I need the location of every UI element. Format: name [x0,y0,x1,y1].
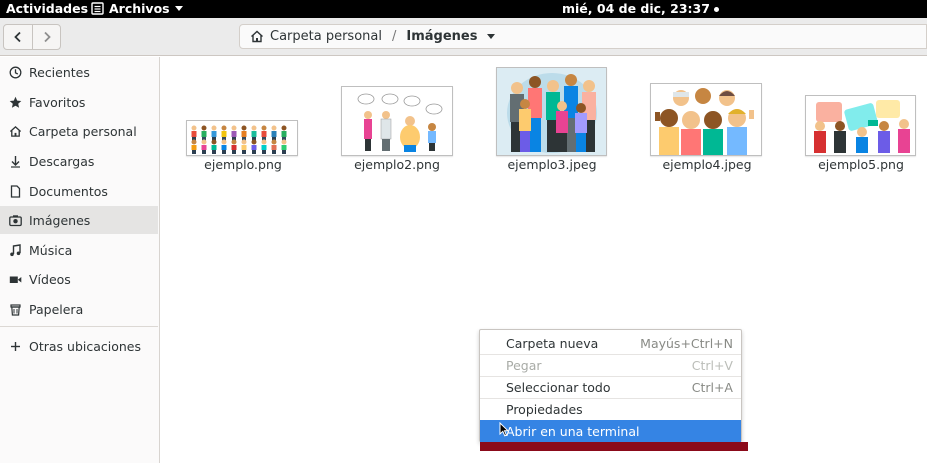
clock-icon [8,65,22,79]
home-icon [8,124,22,138]
music-icon [8,243,22,257]
sidebar-item-descargas[interactable]: Descargas [0,147,158,175]
top-bar: Actividades Archivos mié, 04 de dic, 23:… [0,0,927,18]
header-bar: Carpeta personal / Imágenes [0,18,927,56]
app-menu-label: Archivos [109,1,170,16]
file-thumbnail [496,67,607,156]
path-home-label: Carpeta personal [270,29,382,44]
back-button[interactable] [4,25,32,49]
sidebar-item-label: Otras ubicaciones [29,338,142,354]
file-thumbnail [186,120,298,156]
menu-item-label: Pegar [506,357,542,373]
menu-item-pegar[interactable]: Pegar Ctrl+V [480,354,741,376]
clock[interactable]: mié, 04 de dic, 23:37 [562,1,719,16]
file-thumbnail [341,86,453,156]
context-menu: Carpeta nueva Mayús+Ctrl+N Pegar Ctrl+V … [479,329,742,442]
file-name: ejemplo.png [204,157,282,172]
sidebar-item-label: Favoritos [29,94,86,110]
home-icon [251,30,263,43]
camera-icon [8,213,22,227]
sidebar-item-label: Vídeos [29,271,71,287]
chevron-down-icon [487,34,496,39]
menu-item-seleccionar-todo[interactable]: Seleccionar todo Ctrl+A [480,376,741,398]
chevron-down-icon [174,6,183,11]
forward-button[interactable] [32,25,60,49]
menu-item-carpeta-nueva[interactable]: Carpeta nueva Mayús+Ctrl+N [480,332,741,354]
activities-button[interactable]: Actividades [6,1,88,16]
sidebar-item-label: Música [29,242,73,258]
file-name: ejemplo2.png [354,157,440,172]
path-home-button[interactable]: Carpeta personal [250,29,382,44]
menu-item-label: Seleccionar todo [506,379,611,395]
file-thumbnail [650,83,762,156]
file-name: ejemplo5.png [818,157,904,172]
sidebar-item-otras-ubicaciones[interactable]: Otras ubicaciones [0,332,158,360]
sidebar-item-label: Recientes [29,64,90,80]
sidebar-item-papelera[interactable]: Papelera [0,295,158,323]
sidebar-item-recientes[interactable]: Recientes [0,58,158,86]
menu-item-accelerator: Ctrl+A [691,379,733,395]
menu-item-label: Carpeta nueva [506,335,599,351]
notification-dot-icon [713,6,719,12]
terminal-window-edge [480,442,748,451]
menu-item-accelerator: Mayús+Ctrl+N [640,335,733,351]
sidebar-item-videos[interactable]: Vídeos [0,265,158,293]
plus-icon [8,339,22,353]
trash-icon [8,302,22,316]
mouse-pointer-icon [499,422,509,437]
video-icon [8,272,22,286]
path-current-button[interactable]: Imágenes [406,29,496,44]
path-bar: Carpeta personal / Imágenes [239,24,927,49]
file-name: ejemplo4.jpeg [662,157,752,172]
sidebar-item-label: Papelera [29,301,84,317]
sidebar-item-musica[interactable]: Música [0,236,158,264]
files-app-icon [91,2,104,15]
document-icon [8,184,22,198]
menu-item-abrir-terminal[interactable]: Abrir en una terminal [480,420,741,442]
app-menu-button[interactable]: Archivos [91,1,183,16]
path-current-label: Imágenes [406,29,478,44]
chevron-left-icon [14,31,21,43]
navigation-buttons [3,24,61,50]
download-icon [8,154,22,168]
sidebar-item-label: Imágenes [29,212,91,228]
file-thumbnail [805,95,916,156]
menu-item-propiedades[interactable]: Propiedades [480,398,741,420]
sidebar-item-label: Descargas [29,153,95,169]
sidebar-item-label: Documentos [29,183,108,199]
clock-label: mié, 04 de dic, 23:37 [562,1,710,16]
sidebar-item-carpeta-personal[interactable]: Carpeta personal [0,117,158,145]
sidebar: Recientes Favoritos Carpeta personal Des… [0,57,160,463]
chevron-right-icon [43,31,51,43]
sidebar-item-documentos[interactable]: Documentos [0,177,158,205]
menu-item-accelerator: Ctrl+V [691,357,733,373]
sidebar-item-imagenes[interactable]: Imágenes [0,206,158,234]
file-name: ejemplo3.jpeg [507,157,597,172]
menu-item-label: Abrir en una terminal [506,423,640,439]
menu-item-label: Propiedades [506,401,583,417]
sidebar-item-favoritos[interactable]: Favoritos [0,88,158,116]
sidebar-divider [0,326,158,327]
sidebar-item-label: Carpeta personal [29,123,137,139]
star-icon [8,95,22,109]
path-separator: / [391,29,397,44]
